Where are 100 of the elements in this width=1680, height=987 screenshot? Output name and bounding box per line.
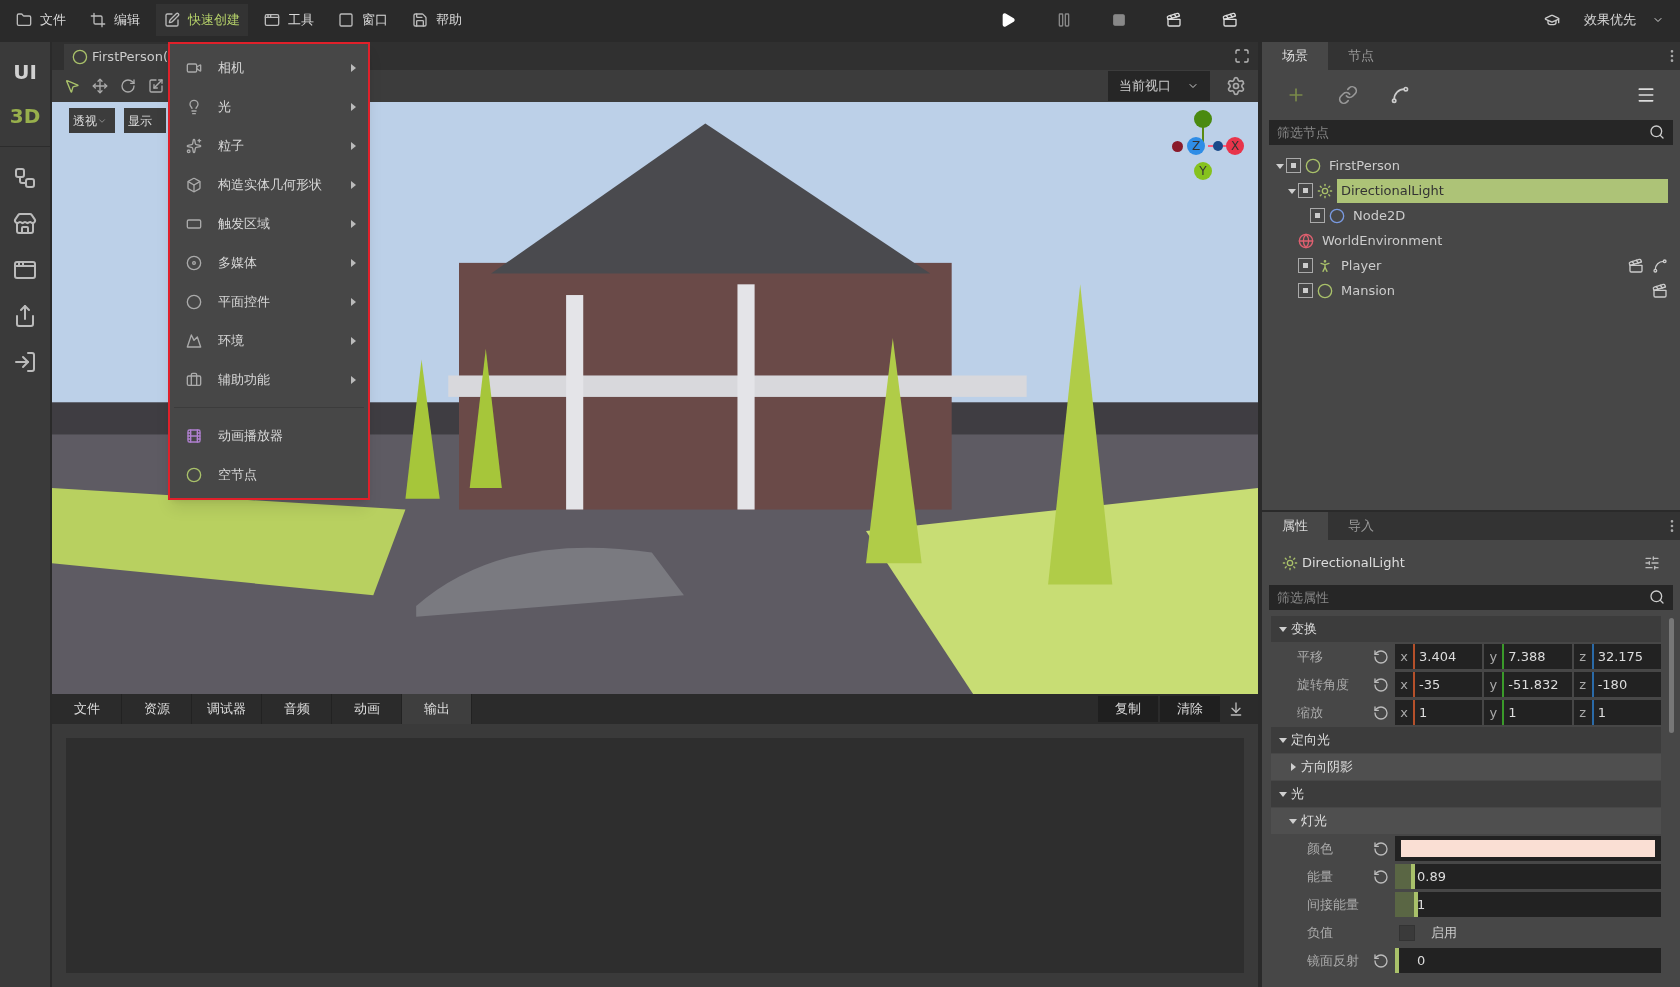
panel-tab[interactable]: 节点 (1328, 42, 1394, 70)
visibility-toggle[interactable] (1310, 208, 1325, 223)
play-scene-icon[interactable] (1166, 12, 1182, 28)
section-header[interactable]: 变换 (1271, 616, 1661, 642)
slider-field[interactable]: 1 (1395, 892, 1661, 917)
panel-tab[interactable]: 场景 (1262, 42, 1328, 70)
axis-handle[interactable] (1213, 141, 1223, 151)
reset-icon[interactable] (1373, 952, 1389, 969)
sliders-icon[interactable] (1644, 554, 1660, 571)
tree-item[interactable]: FirstPerson (1325, 153, 1668, 178)
visibility-toggle[interactable] (1298, 283, 1313, 298)
reset-icon[interactable] (1373, 648, 1389, 665)
menu-item[interactable]: 环境 (170, 321, 368, 360)
menu-item[interactable]: 空节点 (170, 455, 368, 494)
tree-item[interactable]: Node2D (1349, 203, 1668, 228)
number-field[interactable]: x 1 (1395, 700, 1483, 725)
scale-tool-icon[interactable] (148, 78, 164, 94)
learn-icon[interactable] (1544, 12, 1560, 28)
number-field[interactable]: x 3.404 (1395, 644, 1483, 669)
visibility-toggle[interactable] (1298, 183, 1313, 198)
search-field[interactable]: 筛选属性 (1269, 585, 1673, 610)
axis-handle[interactable] (1172, 141, 1183, 152)
move-tool-icon[interactable] (92, 78, 108, 94)
number-field[interactable]: y 1 (1484, 700, 1572, 725)
display-dropdown[interactable]: 显示 (124, 108, 166, 133)
store-icon[interactable] (13, 212, 37, 236)
view-dropdown[interactable]: 当前视口 (1108, 71, 1210, 101)
settings-icon[interactable] (1226, 76, 1246, 96)
tree-item[interactable]: DirectionalLight (1337, 178, 1668, 203)
scene-instance-icon[interactable] (1652, 282, 1668, 299)
menu-item[interactable]: 多媒体 (170, 243, 368, 282)
scene-instance-icon[interactable] (1628, 257, 1644, 274)
link-icon[interactable] (1338, 85, 1358, 105)
subsection-header[interactable]: 灯光 (1271, 808, 1661, 834)
slider-field[interactable]: 0.89 (1395, 864, 1661, 889)
window-settings-icon[interactable] (13, 258, 37, 282)
projection-dropdown[interactable]: 透视 (69, 108, 115, 133)
output-button[interactable]: 清除 (1160, 696, 1220, 722)
tree-item[interactable]: Player (1337, 253, 1620, 278)
pause-icon[interactable] (1056, 12, 1072, 28)
path-icon[interactable] (1652, 257, 1668, 274)
reset-icon[interactable] (1373, 676, 1389, 693)
caret-icon[interactable] (1289, 817, 1297, 825)
number-field[interactable]: y -51.832 (1484, 672, 1572, 697)
number-field[interactable]: z 32.175 (1573, 644, 1661, 669)
panel-tab[interactable]: 属性 (1262, 512, 1328, 540)
section-header[interactable]: 定向光 (1271, 727, 1661, 753)
menu-item[interactable]: 文件 (8, 4, 74, 36)
reset-icon[interactable] (1373, 704, 1389, 721)
play-custom-scene-icon[interactable] (1222, 12, 1238, 28)
menu-item[interactable]: 触发区域 (170, 204, 368, 243)
quality-dropdown[interactable]: 效果优先 (1584, 10, 1664, 30)
caret-icon[interactable] (1279, 625, 1287, 633)
caret-icon[interactable] (1289, 763, 1297, 771)
menu-item[interactable]: 动画播放器 (170, 416, 368, 455)
graph-icon[interactable] (13, 166, 37, 190)
rotate-tool-icon[interactable] (120, 78, 136, 94)
search-field[interactable]: 筛选节点 (1269, 120, 1673, 145)
menu-item[interactable]: 辅助功能 (170, 360, 368, 399)
caret-icon[interactable] (1279, 736, 1287, 744)
menu-item[interactable]: 平面控件 (170, 282, 368, 321)
caret-icon[interactable] (1279, 790, 1287, 798)
number-field[interactable]: z -180 (1573, 672, 1661, 697)
menu-item[interactable]: 编辑 (82, 4, 148, 36)
select-tool-icon[interactable] (64, 78, 80, 94)
number-field[interactable]: x -35 (1395, 672, 1483, 697)
menu-item[interactable]: 光 (170, 87, 368, 126)
number-field[interactable]: y 7.388 (1484, 644, 1572, 669)
menu-item[interactable]: 构造实体几何形状 (170, 165, 368, 204)
menu-item[interactable]: 帮助 (404, 4, 470, 36)
menu-item[interactable]: 粒子 (170, 126, 368, 165)
tree-item[interactable]: WorldEnvironment (1318, 228, 1668, 253)
color-swatch[interactable] (1401, 840, 1655, 857)
menu-item[interactable]: 窗口 (330, 4, 396, 36)
scrollbar[interactable] (1669, 618, 1674, 733)
panel-tab[interactable]: 输出 (402, 694, 472, 724)
mode-tab[interactable]: UI (0, 50, 50, 94)
panel-tab[interactable]: 导入 (1328, 512, 1394, 540)
tree-item[interactable]: Mansion (1337, 278, 1644, 303)
output-button[interactable]: 复制 (1098, 696, 1158, 722)
scroll-down-icon[interactable] (1228, 701, 1244, 717)
visibility-toggle[interactable] (1286, 158, 1301, 173)
import-icon[interactable] (13, 350, 37, 374)
mode-tab[interactable]: 3D (0, 94, 50, 138)
number-field[interactable]: z 1 (1573, 700, 1661, 725)
expand-arrow-icon[interactable] (1276, 161, 1284, 170)
expand-arrow-icon[interactable] (1288, 186, 1296, 195)
reset-icon[interactable] (1373, 868, 1389, 885)
subsection-header[interactable]: 方向阴影 (1271, 754, 1661, 780)
slider-field[interactable]: 0 (1395, 948, 1661, 973)
visibility-toggle[interactable] (1298, 258, 1313, 273)
section-header[interactable]: 光 (1271, 781, 1661, 807)
add-script-icon[interactable] (1390, 85, 1410, 105)
play-icon[interactable] (1000, 12, 1016, 28)
export-icon[interactable] (13, 304, 37, 328)
fullscreen-icon[interactable] (1234, 48, 1250, 64)
reset-icon[interactable] (1373, 840, 1389, 857)
stop-icon[interactable] (1112, 13, 1126, 27)
menu-item[interactable]: 快速创建 (156, 4, 248, 36)
menu-item[interactable]: 工具 (256, 4, 322, 36)
